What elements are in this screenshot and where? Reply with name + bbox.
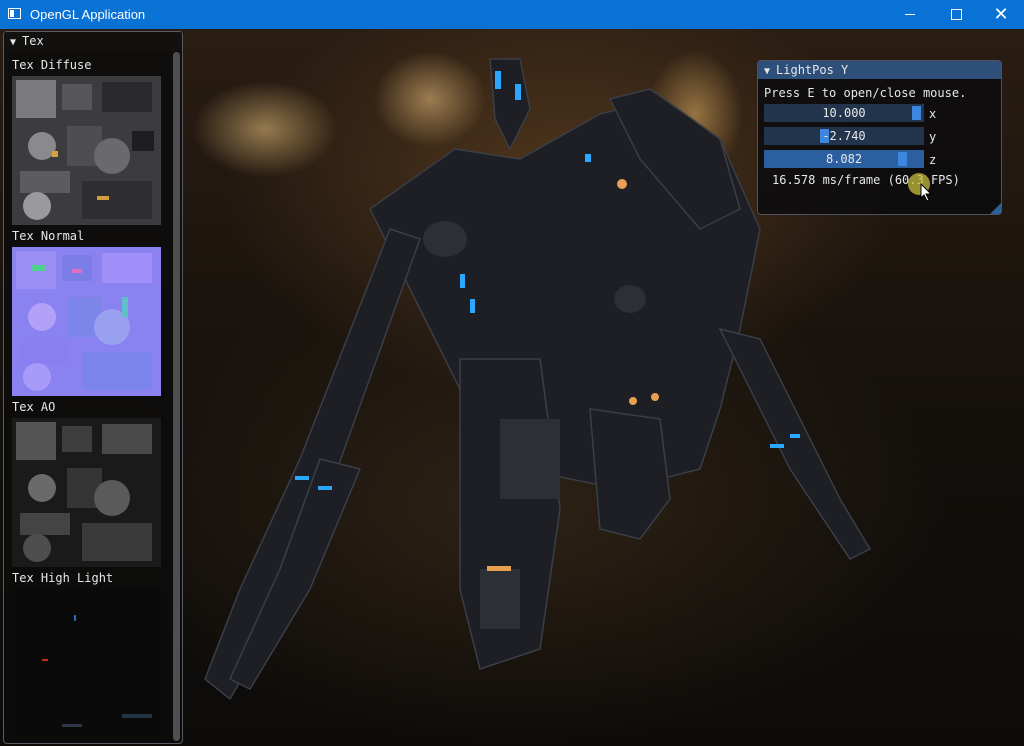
mouse-cursor-icon	[920, 183, 932, 202]
tex-panel-scrollbar[interactable]	[173, 52, 180, 741]
slider-x-value: 10.000	[822, 106, 866, 120]
slider-y-label: y	[929, 130, 937, 144]
slider-y[interactable]: -2.740	[764, 127, 924, 145]
slider-z-label: z	[929, 153, 937, 167]
tex-panel-header[interactable]: ▼ Tex	[4, 32, 182, 50]
close-button[interactable]: ✕	[978, 0, 1024, 29]
lightpos-title: LightPos Y	[776, 63, 849, 77]
title-bar[interactable]: OpenGL Application ✕	[0, 0, 1024, 29]
tex-label-normal: Tex Normal	[12, 229, 85, 243]
slider-x-label: x	[929, 107, 937, 121]
tex-normal-image	[12, 247, 161, 396]
minimize-icon	[905, 14, 915, 15]
tex-label-ao: Tex AO	[12, 400, 56, 414]
app-icon	[8, 8, 21, 19]
slider-x[interactable]: 10.000	[764, 104, 924, 122]
maximize-button[interactable]	[933, 0, 979, 29]
tex-diffuse-image	[12, 76, 161, 225]
minimize-button[interactable]	[887, 0, 933, 29]
tex-panel[interactable]: ▼ Tex Tex Diffuse Tex Normal Tex AO Tex H…	[3, 31, 183, 744]
scrollbar-thumb[interactable]	[173, 52, 180, 741]
lightpos-window[interactable]: ▼ LightPos Y Press E to open/close mouse.…	[757, 60, 1002, 215]
mouse-hint-text: Press E to open/close mouse.	[764, 86, 967, 100]
slider-z-value: 8.082	[825, 152, 863, 166]
tex-label-highlight: Tex High Light	[12, 571, 114, 585]
lightpos-window-header[interactable]: ▼ LightPos Y	[758, 61, 1001, 79]
tex-ao-image	[12, 418, 161, 567]
slider-y-value: -2.740	[822, 129, 866, 143]
collapse-triangle-icon[interactable]: ▼	[10, 37, 16, 48]
tex-label-diffuse: Tex Diffuse	[12, 58, 92, 72]
tex-panel-title: Tex	[22, 34, 44, 48]
resize-grip[interactable]	[990, 203, 1001, 214]
collapse-triangle-icon[interactable]: ▼	[764, 66, 770, 77]
slider-z[interactable]: 8.082	[764, 150, 924, 168]
maximize-icon	[950, 9, 962, 20]
tex-highlight-image	[12, 589, 161, 738]
close-icon: ✕	[993, 3, 1009, 25]
window-title: OpenGL Application	[30, 7, 146, 22]
